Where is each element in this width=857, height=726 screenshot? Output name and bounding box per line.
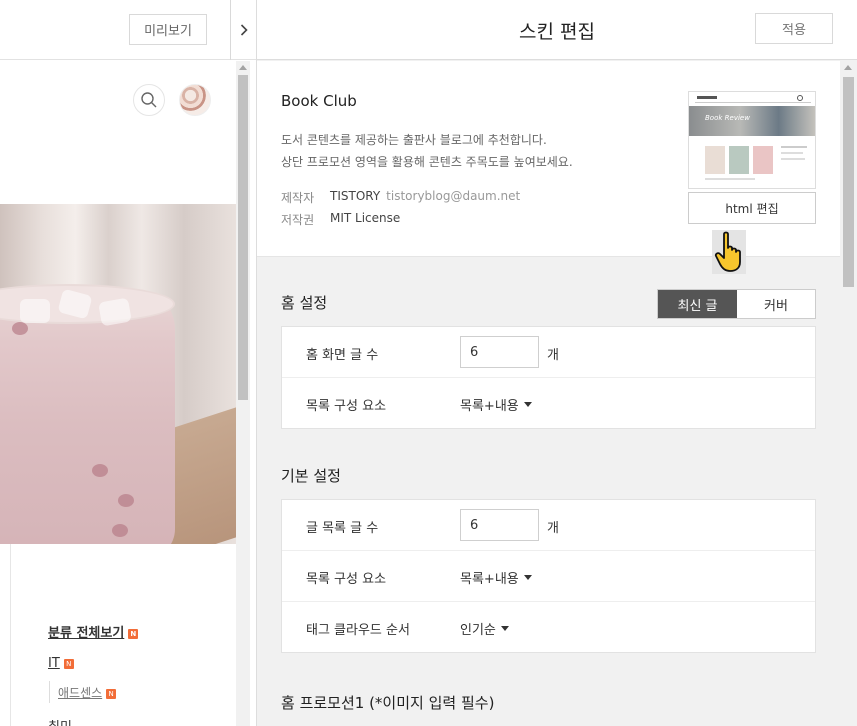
- new-badge: N: [63, 658, 74, 669]
- list-post-count-input[interactable]: [460, 509, 539, 541]
- caret-down-icon: [500, 626, 509, 631]
- new-badge: N: [106, 688, 117, 699]
- category-hobby-label: 취미: [48, 720, 72, 726]
- preview-button[interactable]: 미리보기: [129, 14, 207, 45]
- category-hobby-link[interactable]: 취미: [48, 716, 72, 726]
- list-post-count-row: 글 목록 글 수 개: [282, 500, 815, 551]
- category-list: 분류 전체보기N ITN 애드센스N 취미: [0, 544, 236, 726]
- scrollbar-thumb[interactable]: [843, 77, 854, 287]
- preview-pane: 미리보기 분류 전체보기 N IT N 애드센스 N: [0, 0, 257, 726]
- blog-avatar[interactable]: [179, 84, 211, 116]
- skin-thumbnail: Book Review: [688, 91, 816, 189]
- license-value: MIT License: [330, 211, 401, 225]
- chevron-right-icon: [240, 24, 248, 36]
- skin-info-panel: Book Club 도서 콘텐츠를 제공하는 출판사 블로그에 추천합니다. 상…: [257, 61, 840, 274]
- category-all-link[interactable]: 분류 전체보기 N: [48, 622, 139, 641]
- thumb-card: [729, 146, 749, 174]
- divider: [49, 681, 50, 703]
- list-layout-label: 목록 구성 요소: [306, 572, 387, 587]
- unit-label: 개: [547, 521, 559, 536]
- blog-preview: 분류 전체보기N ITN 애드센스N 취미: [0, 61, 236, 726]
- html-edit-button[interactable]: html 편집: [688, 192, 816, 224]
- promo1-title: 홈 프로모션1 (*이미지 입력 필수): [281, 694, 495, 712]
- basic-settings-panel: 글 목록 글 수 개 목록 구성 요소 목록+내용 태그 클라우드 순서 인기순: [281, 499, 816, 653]
- category-adsense-link[interactable]: 애드센스 N: [58, 684, 117, 701]
- thumb-text-line: [781, 158, 805, 160]
- home-post-count-label: 홈 화면 글 수: [306, 348, 379, 363]
- category-it-link[interactable]: IT N: [48, 656, 74, 671]
- basic-settings-title: 기본 설정: [281, 467, 341, 485]
- dropdown-value: 목록+내용: [460, 399, 519, 414]
- license-label: 저작권: [281, 213, 315, 227]
- scroll-up-icon[interactable]: [844, 65, 852, 70]
- thumb-banner-caption: Book Review: [705, 114, 750, 122]
- thumb-logo: [697, 96, 717, 99]
- skin-description-line2: 상단 프로모션 영역을 활용해 콘텐츠 주목도를 높여보세요.: [281, 155, 573, 169]
- tag-cloud-order-dropdown[interactable]: 인기순: [460, 619, 509, 638]
- dropdown-value: 인기순: [460, 623, 496, 638]
- editor-header: 스킨 편집 적용: [257, 0, 857, 60]
- category-all-label: 분류 전체보기: [48, 626, 125, 641]
- home-settings-panel: 홈 화면 글 수 개 목록 구성 요소 목록+내용: [281, 326, 816, 429]
- caret-down-icon: [523, 402, 532, 407]
- thumb-text-line: [705, 178, 755, 180]
- thumb-card: [705, 146, 725, 174]
- maker-name: TISTORY: [330, 189, 381, 203]
- collapse-pane-button[interactable]: [230, 0, 256, 60]
- berry-shape: [118, 494, 134, 507]
- berry-shape: [92, 464, 108, 477]
- caret-down-icon: [523, 575, 532, 580]
- maker-email: tistoryblog@daum.net: [386, 189, 521, 203]
- thumb-text-line: [781, 146, 807, 148]
- home-settings-title: 홈 설정: [281, 294, 328, 312]
- preview-scrollbar[interactable]: [236, 61, 250, 726]
- berry-shape: [12, 322, 28, 335]
- divider: [695, 102, 811, 103]
- unit-label: 개: [547, 348, 559, 363]
- divider: [10, 544, 11, 726]
- category-it-label: IT: [48, 656, 60, 671]
- preview-toolbar: 미리보기: [0, 0, 256, 60]
- thumb-card: [753, 146, 773, 174]
- skin-name: Book Club: [281, 92, 357, 110]
- berry-shape: [112, 524, 128, 537]
- home-type-toggle[interactable]: 최신 글 커버: [657, 289, 816, 319]
- toggle-latest-posts[interactable]: 최신 글: [658, 290, 737, 318]
- list-layout-dropdown[interactable]: 목록+내용: [460, 568, 532, 587]
- home-post-count-row: 홈 화면 글 수 개: [282, 327, 815, 378]
- maker-value: TISTORY tistoryblog@daum.net: [330, 189, 520, 203]
- home-list-layout-label: 목록 구성 요소: [306, 399, 387, 414]
- new-badge: N: [128, 628, 139, 639]
- search-icon: [141, 92, 157, 108]
- apply-button[interactable]: 적용: [755, 13, 833, 44]
- home-post-count-input[interactable]: [460, 336, 539, 368]
- hero-image: [0, 204, 236, 544]
- thumb-search-icon: [797, 95, 803, 101]
- category-adsense-label: 애드센스: [58, 686, 103, 700]
- editor-scrollbar[interactable]: [840, 61, 857, 726]
- maker-label: 제작자: [281, 191, 315, 205]
- ice-cube-shape: [20, 299, 50, 323]
- toggle-cover[interactable]: 커버: [737, 290, 815, 318]
- list-post-count-label: 글 목록 글 수: [306, 521, 379, 536]
- tag-cloud-order-label: 태그 클라우드 순서: [306, 623, 410, 638]
- scrollbar-thumb[interactable]: [238, 75, 248, 400]
- dropdown-value: 목록+내용: [460, 572, 519, 587]
- home-list-layout-dropdown[interactable]: 목록+내용: [460, 395, 532, 414]
- scroll-up-icon[interactable]: [239, 65, 247, 70]
- skin-description-line1: 도서 콘텐츠를 제공하는 출판사 블로그에 추천합니다.: [281, 133, 547, 147]
- home-list-layout-row: 목록 구성 요소 목록+내용: [282, 378, 815, 429]
- skin-editor-pane: 스킨 편집 적용 Book Club 도서 콘텐츠를 제공하는 출판사 블로그에…: [257, 0, 857, 726]
- list-layout-row: 목록 구성 요소 목록+내용: [282, 551, 815, 602]
- thumb-text-line: [781, 152, 803, 154]
- hand-pointer-icon: [712, 230, 746, 274]
- blog-search-button[interactable]: [133, 84, 165, 116]
- tag-cloud-order-row: 태그 클라우드 순서 인기순: [282, 602, 815, 653]
